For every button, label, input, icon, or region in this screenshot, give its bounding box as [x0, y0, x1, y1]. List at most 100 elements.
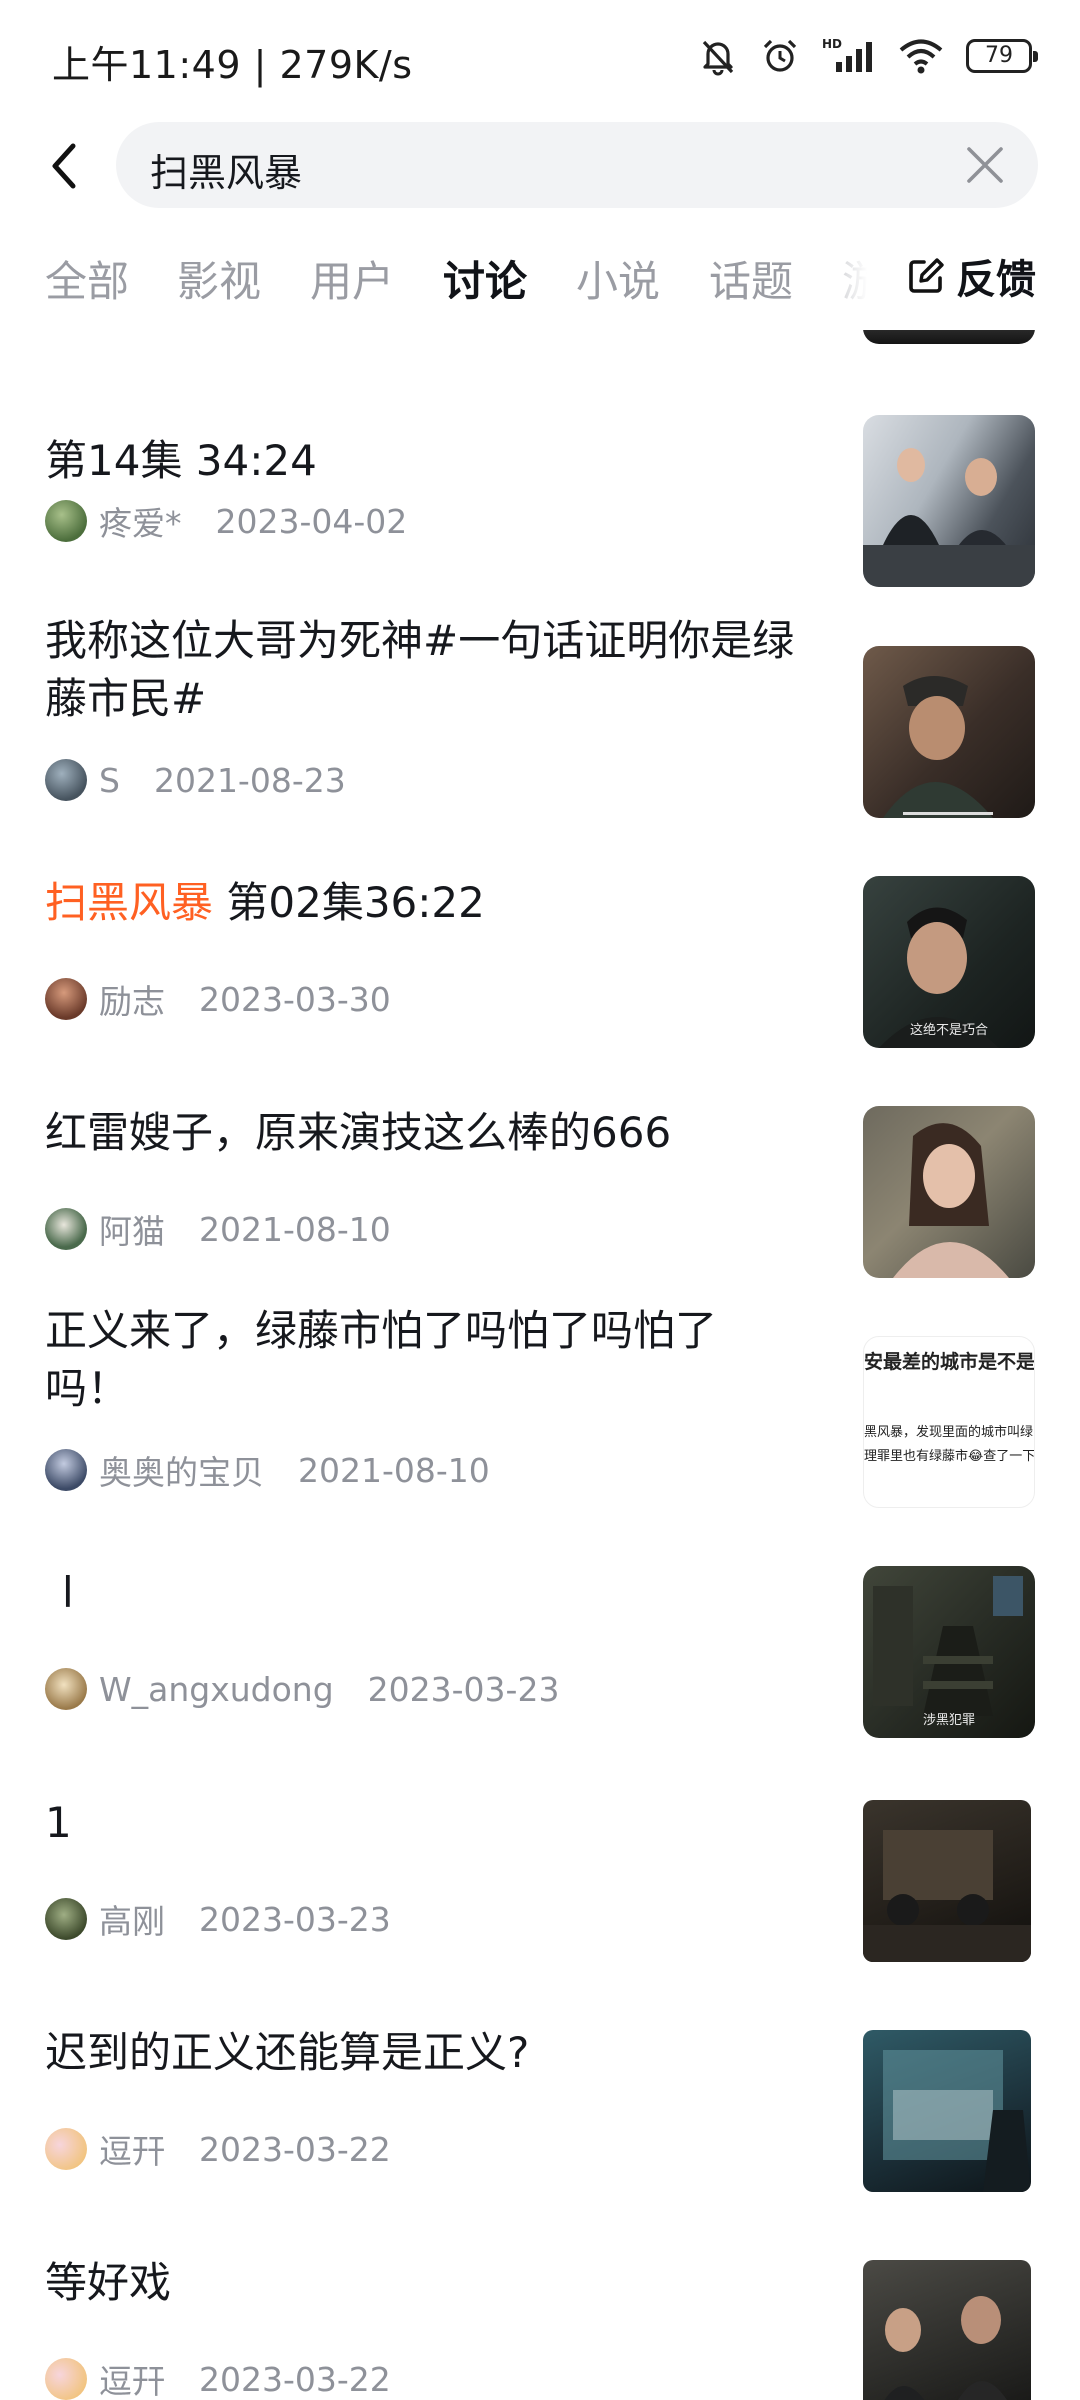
item-date: 2023-03-30: [199, 979, 391, 1019]
avatar: [45, 2128, 87, 2170]
category-tabs: 全部 影视 用户 讨论 小说 话题 游 反馈: [0, 240, 1080, 312]
list-item[interactable]: 我称这位大哥为死神#一句话证明你是绿藤市民# S 2021-08-23: [0, 600, 1080, 830]
item-title: 红雷嫂子，原来演技这么棒的666: [45, 1108, 672, 1157]
item-thumbnail: 安最差的城市是不是 黑风暴，发现里面的城市叫绿 理罪里也有绿藤市😂查了一下: [863, 1336, 1035, 1508]
item-author: 阿猫: [99, 1212, 165, 1251]
item-author: 逗幵: [99, 2362, 165, 2400]
clear-search-button[interactable]: [964, 144, 1006, 186]
item-meta: S 2021-08-23: [45, 758, 346, 802]
previous-item-thumbnail: [863, 330, 1035, 344]
item-date: 2023-03-23: [367, 1669, 560, 1709]
list-item[interactable]: 等好戏 逗幵 2023-03-22: [0, 2210, 1080, 2400]
close-icon: [967, 147, 1003, 183]
item-date: 2023-03-22: [199, 2359, 391, 2399]
item-author: 逗幵: [99, 2132, 165, 2171]
thumbnail-scene: [884, 2296, 1007, 2400]
avatar: [45, 1668, 87, 1710]
edit-icon: [909, 258, 944, 293]
list-item[interactable]: 1 高刚 2023-03-23: [0, 1750, 1080, 1980]
avatar: [45, 978, 87, 1020]
item-meta: 逗幵 2023-03-22: [45, 2357, 391, 2400]
item-author: W_angxudong: [99, 1669, 334, 1709]
feedback-button[interactable]: 反馈: [880, 240, 1080, 312]
list-item[interactable]: 正义来了，绿藤市怕了吗怕了吗怕了吗！ 奥奥的宝贝 2021-08-10 安最差的…: [0, 1290, 1080, 1520]
thumbnail-scene: [863, 1830, 1031, 1962]
avatar: [45, 1449, 87, 1491]
signal-hd-icon: HD: [822, 36, 876, 76]
item-thumbnail: [863, 646, 1035, 818]
tab-users[interactable]: 用户: [310, 248, 394, 309]
tabs-fade: [800, 240, 890, 312]
item-meta: 奥奥的宝贝 2021-08-10: [45, 1448, 490, 1492]
tab-discussion[interactable]: 讨论: [443, 248, 527, 309]
item-thumbnail: [863, 1106, 1035, 1278]
item-author: 疼爱*: [99, 504, 182, 543]
item-thumbnail: [863, 1800, 1031, 1962]
tab-topics[interactable]: 话题: [709, 248, 793, 309]
thumbnail-text: 安最差的城市是不是: [864, 1351, 1035, 1373]
status-bar: 上午11:49 | 279K/s HD 79: [0, 0, 1080, 120]
wifi-icon: [898, 36, 944, 76]
item-thumbnail: [863, 2030, 1031, 2192]
list-item[interactable]: l W_angxudong 2023-03-23 涉黑犯罪: [0, 1520, 1080, 1750]
back-button[interactable]: [38, 136, 90, 196]
thumbnail-text: 黑风暴，发现里面的城市叫绿: [864, 1425, 1034, 1440]
title-highlight: 扫黑风暴: [45, 878, 214, 927]
tab-video[interactable]: 影视: [177, 248, 261, 309]
item-thumbnail: 这绝不是巧合: [863, 876, 1035, 1048]
chevron-left-icon: [52, 143, 76, 189]
avatar: [45, 500, 87, 542]
item-title: 等好戏: [45, 2258, 172, 2307]
item-title: 1: [45, 1798, 72, 1847]
item-meta: 励志 2023-03-30: [45, 977, 391, 1021]
search-input[interactable]: 扫黑风暴: [116, 122, 1038, 208]
item-meta: 高刚 2023-03-23: [45, 1897, 391, 1941]
item-meta: 逗幵 2023-03-22: [45, 2127, 391, 2171]
tab-all[interactable]: 全部: [45, 248, 129, 309]
item-title: 正义来了，绿藤市怕了吗怕了吗怕了吗！: [45, 1306, 718, 1413]
avatar: [45, 759, 87, 801]
list-item[interactable]: 扫黑风暴 第02集36:22 励志 2023-03-30 这绝不是巧合: [0, 830, 1080, 1060]
item-thumbnail: [863, 415, 1035, 587]
status-time: 上午11:49 | 279K/s: [52, 43, 413, 87]
item-meta: 疼爱* 2023-04-02: [45, 499, 407, 543]
item-meta: W_angxudong 2023-03-23: [45, 1667, 559, 1711]
item-meta: 阿猫 2021-08-10: [45, 1207, 391, 1251]
avatar: [45, 1898, 87, 1940]
item-author: 励志: [99, 982, 165, 1021]
thumbnail-caption: 这绝不是巧合: [909, 1023, 988, 1038]
tab-novel[interactable]: 小说: [576, 248, 660, 309]
list-item[interactable]: 红雷嫂子，原来演技这么棒的666 阿猫 2021-08-10: [0, 1060, 1080, 1290]
item-date: 2021-08-10: [298, 1450, 490, 1490]
thumbnail-scene: [883, 2050, 1031, 2192]
item-author: S: [99, 760, 120, 800]
feedback-label: 反馈: [956, 257, 1036, 303]
item-thumbnail: 涉黑犯罪: [863, 1566, 1035, 1738]
list-item[interactable]: 迟到的正义还能算是正义? 逗幵 2023-03-22: [0, 1980, 1080, 2210]
search-query[interactable]: 扫黑风暴: [150, 142, 302, 197]
item-author: 高刚: [99, 1902, 165, 1941]
thumbnail-scene: [883, 676, 993, 818]
item-date: 2023-03-22: [199, 2129, 391, 2169]
list-item[interactable]: 第14集 34:24 疼爱* 2023-04-02: [0, 410, 1080, 600]
item-thumbnail: [863, 2260, 1031, 2400]
item-title: 扫黑风暴 第02集36:22: [45, 874, 835, 932]
item-date: 2023-03-23: [199, 1899, 391, 1939]
title-text: 第02集36:22: [226, 878, 485, 927]
item-title: 我称这位大哥为死神#一句话证明你是绿藤市民#: [45, 616, 795, 723]
svg-text:HD: HD: [822, 37, 842, 51]
mute-bell-icon: [698, 36, 738, 76]
item-date: 2021-08-23: [153, 760, 346, 800]
item-title: l: [62, 1568, 74, 1617]
item-date: 2023-04-02: [215, 501, 408, 541]
item-author: 奥奥的宝贝: [99, 1453, 264, 1492]
thumbnail-caption: 涉黑犯罪: [922, 1713, 975, 1728]
thumbnail-text: 理罪里也有绿藤市😂查了一下: [864, 1449, 1035, 1464]
discussion-list: 第14集 34:24 疼爱* 2023-04-02 我称这位大哥为死神#一句话证…: [0, 330, 1080, 2400]
item-date: 2021-08-10: [199, 1209, 391, 1249]
avatar: [45, 1208, 87, 1250]
alarm-icon: [760, 36, 800, 76]
status-icons: HD 79: [698, 36, 1038, 76]
item-title: 迟到的正义还能算是正义?: [45, 2028, 530, 2077]
item-title: 第14集 34:24: [45, 436, 317, 485]
